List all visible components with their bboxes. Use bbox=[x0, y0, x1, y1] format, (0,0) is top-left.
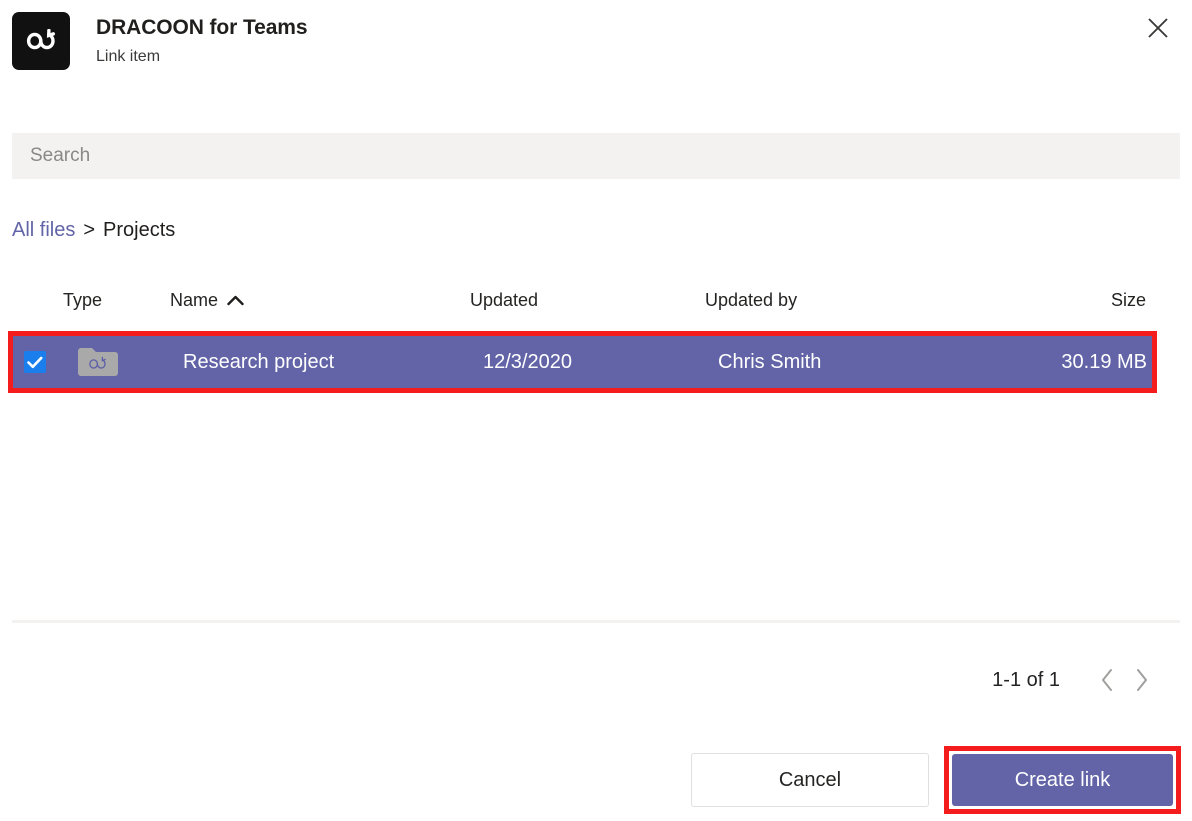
breadcrumb-separator: > bbox=[83, 219, 96, 241]
column-header-name[interactable]: Name bbox=[170, 290, 470, 311]
dracoon-infinity-logo-icon bbox=[12, 12, 70, 70]
pagination: 1-1 of 1 bbox=[992, 662, 1158, 698]
row-select-cell bbox=[13, 351, 73, 373]
close-icon bbox=[1146, 16, 1170, 40]
create-link-button[interactable]: Create link bbox=[952, 754, 1173, 806]
pagination-prev-button[interactable] bbox=[1090, 663, 1124, 697]
column-header-type[interactable]: Type bbox=[60, 290, 170, 311]
row-updated-by-cell: Chris Smith bbox=[718, 350, 822, 373]
row-updated-cell: 12/3/2020 bbox=[483, 350, 572, 373]
table-header-row: Type Name Updated Updated by Size bbox=[0, 283, 1192, 317]
cancel-button[interactable]: Cancel bbox=[691, 753, 929, 807]
row-checkbox[interactable] bbox=[24, 351, 46, 373]
row-size-cell: 30.19 MB bbox=[1061, 350, 1147, 373]
search-input[interactable] bbox=[12, 133, 1180, 179]
footer-divider bbox=[12, 620, 1180, 623]
column-header-updated-by[interactable]: Updated by bbox=[705, 290, 975, 311]
pagination-next-button[interactable] bbox=[1124, 663, 1158, 697]
dialog-subtitle: Link item bbox=[96, 48, 161, 65]
breadcrumb-item-projects: Projects bbox=[103, 219, 176, 241]
chevron-up-icon bbox=[227, 295, 244, 306]
search-field-wrapper bbox=[12, 133, 1180, 179]
file-table: Type Name Updated Updated by Size bbox=[0, 283, 1192, 317]
breadcrumb: All files > Projects bbox=[12, 216, 175, 244]
column-header-updated[interactable]: Updated bbox=[470, 290, 705, 311]
column-header-size[interactable]: Size bbox=[975, 290, 1192, 311]
row-name-cell: Research project bbox=[183, 350, 335, 373]
table-row[interactable]: Research project 12/3/2020 Chris Smith 3… bbox=[13, 336, 1152, 388]
column-header-name-label: Name bbox=[170, 289, 219, 310]
header-text-block: DRACOON for Teams Link item bbox=[96, 12, 308, 68]
link-item-dialog: DRACOON for Teams Link item All files > … bbox=[0, 0, 1192, 821]
breadcrumb-item-all-files[interactable]: All files bbox=[12, 216, 75, 244]
chevron-left-icon bbox=[1100, 668, 1115, 692]
app-title: DRACOON for Teams bbox=[96, 16, 308, 39]
row-type-cell bbox=[73, 345, 183, 379]
folder-icon bbox=[76, 345, 183, 379]
chevron-right-icon bbox=[1134, 668, 1149, 692]
close-button[interactable] bbox=[1138, 8, 1178, 48]
pagination-range-label: 1-1 of 1 bbox=[992, 668, 1060, 691]
dialog-header: DRACOON for Teams Link item bbox=[0, 0, 1192, 100]
